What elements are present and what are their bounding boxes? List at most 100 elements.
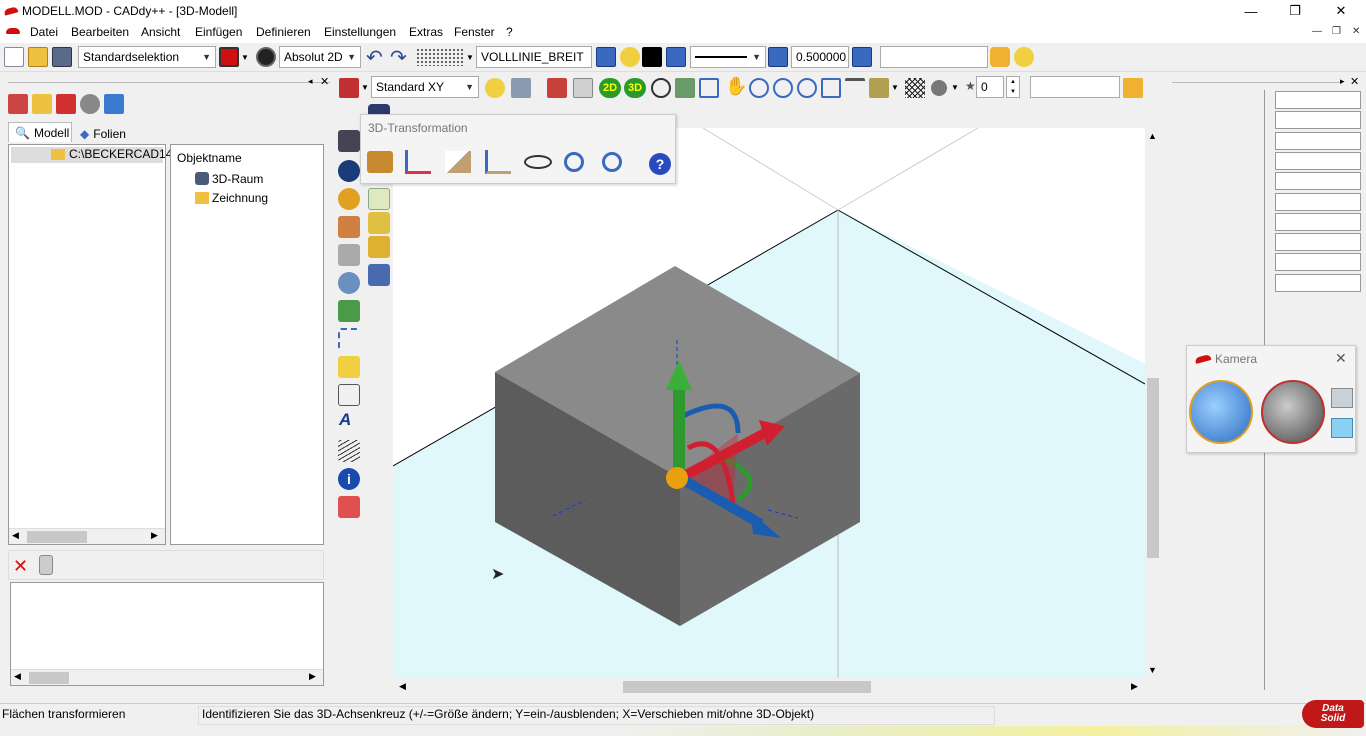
select-rect-icon[interactable] xyxy=(219,47,239,67)
menu-einstellungen[interactable]: Einstellungen xyxy=(324,25,396,39)
pen-icon[interactable] xyxy=(547,78,567,98)
object-zeichnung[interactable]: Zeichnung xyxy=(212,191,268,205)
zoom-out-icon[interactable] xyxy=(773,78,793,98)
layer-stack-icon[interactable] xyxy=(852,47,872,67)
minimize-button[interactable]: — xyxy=(1228,0,1274,22)
selection-mode-select[interactable]: Standardselektion ▼ xyxy=(78,46,216,68)
property-cell[interactable] xyxy=(1275,172,1361,190)
wrench-icon[interactable] xyxy=(338,244,360,266)
kamera-close-icon[interactable]: ✕ xyxy=(1335,350,1347,367)
sphere-icon[interactable] xyxy=(931,80,947,96)
edit-icon[interactable] xyxy=(573,78,593,98)
layer-stack-icon[interactable] xyxy=(596,47,616,67)
snap-point-icon[interactable] xyxy=(256,47,276,67)
zoom-area-icon[interactable] xyxy=(675,78,695,98)
zoom-plus-icon[interactable] xyxy=(559,147,589,177)
viewport-hscrollbar[interactable]: ◀ ▶ xyxy=(393,678,1145,696)
zoom-window-icon[interactable] xyxy=(699,78,719,98)
lightbulb-icon[interactable] xyxy=(620,47,640,67)
tool-icon[interactable] xyxy=(511,78,531,98)
chevron-down-icon[interactable]: ▼ xyxy=(466,53,474,62)
star-icon[interactable]: ★ xyxy=(965,79,976,93)
people-icon[interactable] xyxy=(990,47,1010,67)
property-cell[interactable] xyxy=(1275,213,1361,231)
menu-fenster[interactable]: Fenster xyxy=(454,25,495,39)
layer-stack-icon[interactable] xyxy=(768,47,788,67)
surface-icon[interactable] xyxy=(368,212,390,234)
people-icon[interactable] xyxy=(1123,78,1143,98)
property-cell[interactable] xyxy=(1275,253,1361,271)
lightbulb-icon[interactable] xyxy=(485,78,505,98)
mdi-close-button[interactable]: ✕ xyxy=(1352,26,1360,37)
help-icon[interactable]: ? xyxy=(649,153,671,175)
scroll-thumb[interactable] xyxy=(27,531,87,543)
view-cube-icon[interactable] xyxy=(339,78,359,98)
open-folder-icon[interactable] xyxy=(28,47,48,67)
gizmo-center[interactable] xyxy=(666,467,688,489)
mdi-restore-button[interactable]: ❐ xyxy=(1332,26,1341,37)
mdi-minimize-button[interactable]: — xyxy=(1312,26,1322,37)
coord-mode-select[interactable]: Absolut 2D ▼ xyxy=(279,46,361,68)
section-icon[interactable] xyxy=(845,78,865,98)
chevron-down-icon[interactable]: ▼ xyxy=(361,83,369,92)
menu-help[interactable]: ? xyxy=(506,25,513,39)
color-swatch-icon[interactable] xyxy=(642,47,662,67)
scroll-thumb[interactable] xyxy=(1147,378,1159,558)
counter-spinner[interactable]: ▲ ▼ xyxy=(1006,76,1020,98)
btn-3d[interactable]: 3D xyxy=(624,78,646,98)
restore-button[interactable]: ❐ xyxy=(1272,0,1318,22)
camera-cube-icon[interactable] xyxy=(1331,388,1353,408)
delete-icon[interactable]: ✕ xyxy=(13,556,28,577)
tab-modell[interactable]: 🔍 Modell xyxy=(8,122,72,142)
property-cell[interactable] xyxy=(1275,91,1361,109)
zoom-extents-icon[interactable] xyxy=(821,78,841,98)
property-cell[interactable] xyxy=(1275,132,1361,150)
property-cell[interactable] xyxy=(1275,233,1361,251)
object-3d-raum[interactable]: 3D-Raum xyxy=(212,172,263,186)
grid-pattern-icon[interactable] xyxy=(416,48,464,66)
dimension-icon[interactable] xyxy=(338,384,360,406)
menu-datei[interactable]: Datei xyxy=(30,25,58,39)
3d-viewport[interactable]: ➤ xyxy=(393,128,1145,678)
chevron-down-icon[interactable]: ▼ xyxy=(891,83,899,92)
view-select[interactable]: Standard XY ▼ xyxy=(371,76,479,98)
counter-field[interactable]: 0 xyxy=(976,76,1004,98)
panel-close-icon[interactable]: ✕ xyxy=(320,75,329,88)
move-vertical-icon[interactable] xyxy=(483,147,513,177)
scroll-thumb[interactable] xyxy=(29,672,69,684)
clipboard-icon[interactable] xyxy=(39,555,53,575)
camera-orbit-globe-icon[interactable] xyxy=(1189,380,1253,444)
line-width-field[interactable]: 0.500000 xyxy=(791,46,849,68)
people-icon[interactable] xyxy=(104,94,124,114)
axis-tool-icon[interactable] xyxy=(368,188,390,210)
move-surface-icon[interactable] xyxy=(365,147,395,177)
rotate-icon[interactable] xyxy=(338,272,360,294)
scroll-right-icon[interactable]: ▶ xyxy=(309,671,316,682)
camera-rotate-globe-icon[interactable] xyxy=(1261,380,1325,444)
save-icon[interactable] xyxy=(52,47,72,67)
menu-bearbeiten[interactable]: Bearbeiten xyxy=(71,25,129,39)
undo-icon[interactable]: ↶ xyxy=(366,45,383,70)
draw-icon[interactable] xyxy=(338,300,360,322)
info-hscrollbar[interactable]: ◀ ▶ xyxy=(11,669,323,685)
construction-line-icon[interactable] xyxy=(338,328,360,350)
info-box[interactable]: ◀ ▶ xyxy=(10,582,324,686)
model-tree[interactable]: C:\BECKERCAD14 ◀ ▶ xyxy=(8,144,172,545)
info-icon[interactable]: i xyxy=(338,468,360,490)
eye-icon[interactable] xyxy=(523,147,553,177)
text-tool-icon[interactable]: A xyxy=(339,410,351,430)
paint-icon[interactable] xyxy=(368,264,390,286)
scroll-right-icon[interactable]: ▶ xyxy=(151,530,158,541)
viewport-vscrollbar[interactable]: ▲ ▼ xyxy=(1145,128,1161,678)
measure-icon[interactable] xyxy=(338,356,360,378)
redo-icon[interactable]: ↷ xyxy=(390,45,407,70)
lightbulb-icon[interactable] xyxy=(1014,47,1034,67)
menu-definieren[interactable]: Definieren xyxy=(256,25,311,39)
orbit-icon[interactable] xyxy=(651,78,671,98)
select-arrow-icon[interactable] xyxy=(338,130,360,152)
panel-close-icon[interactable]: ✕ xyxy=(1350,75,1359,88)
chevron-down-icon[interactable]: ▼ xyxy=(241,53,249,62)
view-input-field[interactable] xyxy=(1030,76,1120,98)
panel-arrow-icon[interactable]: ◂ xyxy=(308,76,313,87)
zoom-minus-icon[interactable] xyxy=(597,147,627,177)
